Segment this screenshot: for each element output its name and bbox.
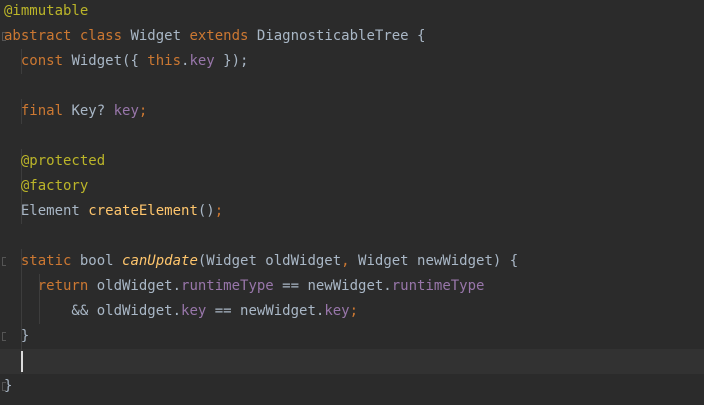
code-token: Widget newWidget) { xyxy=(358,253,519,269)
code-token: == newWidget. xyxy=(273,278,392,294)
code-token: oldWidget. xyxy=(96,278,182,294)
code-token: Element xyxy=(4,203,89,219)
code-token: createElement xyxy=(88,203,198,219)
code-token: }); xyxy=(214,53,249,69)
code-line[interactable]: && oldWidget.key == newWidget.key; xyxy=(0,299,704,324)
code-token: return xyxy=(4,278,97,294)
code-token: DiagnosticableTree { xyxy=(256,28,426,44)
code-line[interactable]: @immutable xyxy=(0,0,704,24)
code-line-text: } xyxy=(4,374,12,399)
code-token: ; xyxy=(214,203,224,219)
code-token: Key? xyxy=(71,103,114,119)
code-line-text: @protected xyxy=(4,149,105,174)
code-token: && oldWidget. xyxy=(4,303,182,319)
code-token: abstract class xyxy=(4,28,131,44)
code-token: runtimeType xyxy=(181,278,274,294)
code-token: runtimeType xyxy=(391,278,485,294)
code-line-text: @immutable xyxy=(4,0,88,24)
code-line[interactable]: Element createElement(); xyxy=(0,199,704,224)
code-token: } xyxy=(4,328,30,344)
code-line-text: static bool canUpdate(Widget oldWidget, … xyxy=(4,249,518,274)
code-token: Widget xyxy=(130,28,190,44)
code-line[interactable]: const Widget({ this.key }); xyxy=(0,49,704,74)
code-line-text: const Widget({ this.key }); xyxy=(4,49,249,74)
code-line-text: && oldWidget.key == newWidget.key; xyxy=(4,299,358,324)
code-line-text: return oldWidget.runtimeType == newWidge… xyxy=(4,274,485,299)
code-line[interactable] xyxy=(0,124,704,149)
code-token: key xyxy=(324,303,350,319)
code-line-text: abstract class Widget extends Diagnostic… xyxy=(4,24,425,49)
code-token: bool xyxy=(79,253,123,269)
code-line[interactable]: abstract class Widget extends Diagnostic… xyxy=(0,24,704,49)
code-token: canUpdate xyxy=(122,253,198,269)
code-line-text: } xyxy=(4,324,29,349)
code-line[interactable]: @factory xyxy=(0,174,704,199)
text-caret xyxy=(21,351,23,372)
code-token: extends xyxy=(189,28,257,44)
code-token: ; xyxy=(138,103,148,119)
code-token: final xyxy=(4,103,72,119)
code-token: this xyxy=(147,53,182,69)
code-line[interactable]: final Key? key; xyxy=(0,99,704,124)
code-line[interactable]: static bool canUpdate(Widget oldWidget, … xyxy=(0,249,704,274)
code-line[interactable]: } xyxy=(0,374,704,399)
code-token: key xyxy=(113,103,139,119)
code-token: () xyxy=(197,203,215,219)
code-line[interactable]: @protected xyxy=(0,149,704,174)
code-token: @immutable xyxy=(4,3,89,19)
code-line[interactable]: return oldWidget.runtimeType == newWidge… xyxy=(0,274,704,299)
code-token: , xyxy=(341,253,359,269)
code-line-text: @factory xyxy=(4,174,88,199)
code-line[interactable] xyxy=(0,224,704,249)
code-token: key xyxy=(189,53,215,69)
code-token: @factory xyxy=(4,178,89,194)
code-line[interactable] xyxy=(0,74,704,99)
code-editor[interactable]: @immutable abstract class Widget extends … xyxy=(0,0,704,405)
code-token: == newWidget. xyxy=(206,303,325,319)
code-token: const xyxy=(4,53,72,69)
code-line[interactable]: } xyxy=(0,324,704,349)
code-line-text: Element createElement(); xyxy=(4,199,223,224)
code-token: static xyxy=(4,253,80,269)
code-token: Widget({ xyxy=(71,53,148,69)
code-token: key xyxy=(181,303,207,319)
code-line[interactable] xyxy=(0,349,704,374)
code-token: @protected xyxy=(4,153,106,169)
code-line-text: final Key? key; xyxy=(4,99,147,124)
code-token: } xyxy=(4,378,13,394)
code-token: ; xyxy=(349,303,359,319)
code-token: (Widget oldWidget xyxy=(197,253,342,269)
